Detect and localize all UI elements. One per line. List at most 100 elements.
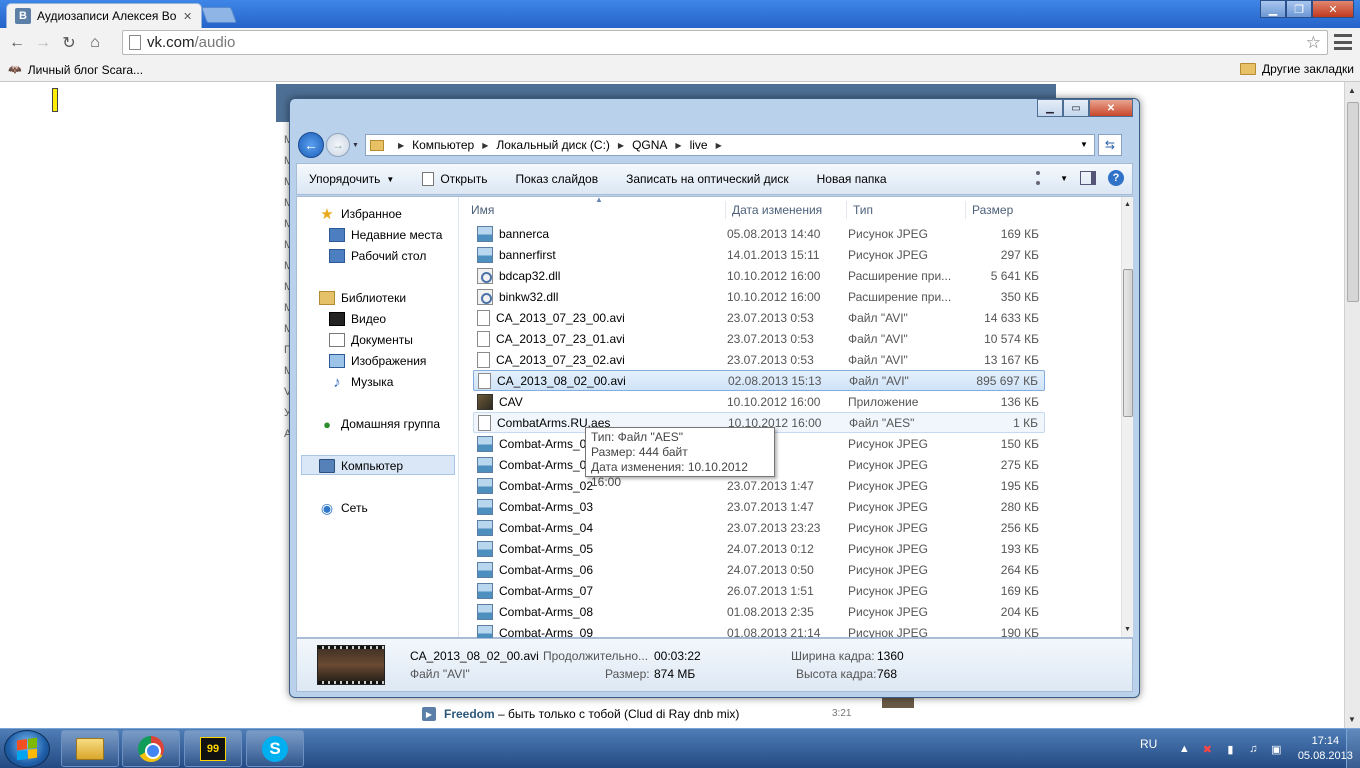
file-row[interactable]: Combat-Arms_06 24.07.2013 0:50 Рисунок JPE… xyxy=(473,559,1045,580)
file-row[interactable]: CAV 10.10.2012 16:00 Приложение 136 КБ xyxy=(473,391,1045,412)
file-row[interactable]: Combat-Arms_05 24.07.2013 0:12 Рисунок JPE… xyxy=(473,538,1045,559)
system-tray: RU ▲ ✖ ▮ ♫ ▣ 17:14 05.08.2013 xyxy=(1140,729,1358,768)
signal-icon[interactable]: ▮ xyxy=(1223,742,1237,756)
show-desktop-button[interactable] xyxy=(1346,729,1360,768)
explorer-minimize-button[interactable]: ▁ xyxy=(1037,99,1063,117)
file-row[interactable]: CA_2013_07_23_02.avi 23.07.2013 0:53 Файл … xyxy=(473,349,1045,370)
jpeg-file-icon xyxy=(477,435,493,452)
details-size-label: Размер: xyxy=(605,667,650,681)
help-icon[interactable]: ? xyxy=(1108,170,1124,186)
play-icon[interactable]: ▶ xyxy=(422,707,436,721)
nav-music[interactable]: ♪ Музыка xyxy=(329,374,393,391)
nav-computer[interactable]: Компьютер xyxy=(319,459,403,473)
breadcrumb[interactable]: ▶ Компьютер ▶ Локальный диск (C:) ▶ QGNA ▶ l… xyxy=(364,134,1095,156)
address-dropdown-icon[interactable]: ▼ xyxy=(1080,140,1088,149)
nav-favorites[interactable]: ★ Избранное xyxy=(319,206,402,223)
home-icon[interactable]: ⌂ xyxy=(82,30,108,56)
audio-track[interactable]: ▶ Freedom – быть только с тобой (Clud di… xyxy=(422,700,862,728)
views-dropdown-icon[interactable]: ▼ xyxy=(1060,174,1068,183)
browser-tab-active[interactable]: B Аудиозаписи Алексея Во ✕ xyxy=(6,3,202,28)
column-size[interactable]: Размер xyxy=(965,201,1043,219)
views-icon[interactable] xyxy=(1036,171,1056,185)
nav-network[interactable]: ◉ Сеть xyxy=(319,499,368,516)
page-scrollbar[interactable]: ▲ ▼ xyxy=(1344,82,1360,728)
forward-arrow-icon[interactable]: → xyxy=(30,30,56,56)
file-date: 05.08.2013 14:40 xyxy=(727,226,821,241)
maximize-button[interactable]: ❐ xyxy=(1286,0,1312,18)
file-row[interactable]: Combat-Arms_08 01.08.2013 2:35 Рисунок JPE… xyxy=(473,601,1045,622)
volume-icon[interactable]: ♫ xyxy=(1246,742,1260,756)
nav-homegroup[interactable]: ● Домашняя группа xyxy=(319,417,440,432)
address-bar[interactable]: vk.com/audio ☆ xyxy=(122,30,1328,55)
column-type[interactable]: Тип xyxy=(846,201,965,219)
keyboard-icon[interactable]: ▣ xyxy=(1269,742,1283,756)
preview-pane-icon[interactable] xyxy=(1080,171,1096,185)
chrome-menu-icon[interactable] xyxy=(1334,34,1352,50)
refresh-icon[interactable]: ⇆ xyxy=(1097,134,1122,156)
minimize-button[interactable]: ▁ xyxy=(1260,0,1286,18)
breadcrumb-qgna[interactable]: QGNA xyxy=(632,138,667,152)
scroll-up-icon[interactable]: ▲ xyxy=(1348,86,1356,95)
open-button[interactable]: Открыть xyxy=(408,172,501,186)
back-arrow-icon[interactable]: ← xyxy=(4,30,30,56)
file-row[interactable]: bannerca 05.08.2013 14:40 Рисунок JPEG 169 … xyxy=(473,223,1045,244)
file-type: Рисунок JPEG xyxy=(848,478,928,493)
new-tab-button[interactable] xyxy=(201,7,237,23)
explorer-forward-button[interactable]: → xyxy=(326,133,350,157)
explorer-back-button[interactable]: ← xyxy=(298,132,324,158)
breadcrumb-disk-c[interactable]: Локальный диск (C:) xyxy=(496,138,610,152)
file-type: Рисунок JPEG xyxy=(848,583,928,598)
explorer-maximize-button[interactable]: ▭ xyxy=(1063,99,1089,117)
file-list-scrollbar[interactable]: ▲ ▼ xyxy=(1121,197,1133,637)
nav-recent[interactable]: Недавние места xyxy=(329,228,442,242)
scroll-thumb[interactable] xyxy=(1123,269,1133,417)
file-row[interactable]: Combat-Arms_07 26.07.2013 1:51 Рисунок JPE… xyxy=(473,580,1045,601)
scroll-down-icon[interactable]: ▼ xyxy=(1348,715,1356,724)
file-name: binkw32.dll xyxy=(499,289,559,304)
reload-icon[interactable]: ↻ xyxy=(56,30,82,56)
nav-desktop[interactable]: Рабочий стол xyxy=(329,249,426,263)
taskbar-chrome[interactable] xyxy=(122,730,180,767)
organize-button[interactable]: Упорядочить ▼ xyxy=(297,172,408,186)
explorer-close-button[interactable]: ✕ xyxy=(1089,99,1133,117)
nav-documents[interactable]: Документы xyxy=(329,333,413,347)
file-row[interactable]: CA_2013_07_23_01.avi 23.07.2013 0:53 Файл … xyxy=(473,328,1045,349)
network-status-icon[interactable]: ✖ xyxy=(1200,742,1214,756)
bookmark-item[interactable]: 🦇 Личный блог Scara... xyxy=(8,63,143,77)
nav-images[interactable]: Изображения xyxy=(329,354,426,368)
file-row[interactable]: Combat-Arms_04 23.07.2013 23:23 Рисунок JP… xyxy=(473,517,1045,538)
explorer-titlebar[interactable]: ▁ ▭ ✕ xyxy=(290,99,1139,129)
close-button[interactable]: ✕ xyxy=(1312,0,1354,18)
scroll-down-icon[interactable]: ▼ xyxy=(1124,626,1131,633)
file-row[interactable]: CA_2013_07_23_00.avi 23.07.2013 0:53 Файл … xyxy=(473,307,1045,328)
start-button[interactable] xyxy=(4,730,50,768)
file-row[interactable]: CA_2013_08_02_00.avi 02.08.2013 15:13 Файл… xyxy=(473,370,1045,391)
nav-video[interactable]: Видео xyxy=(329,312,386,326)
file-row[interactable]: bdcap32.dll 10.10.2012 16:00 Расширение пр… xyxy=(473,265,1045,286)
burn-button[interactable]: Записать на оптический диск xyxy=(612,172,803,186)
taskbar-app99[interactable]: 99 xyxy=(184,730,242,767)
scroll-up-icon[interactable]: ▲ xyxy=(1124,201,1131,208)
tray-arrow-icon[interactable]: ▲ xyxy=(1177,742,1191,756)
file-row[interactable]: Combat-Arms_03 23.07.2013 1:47 Рисунок JPE… xyxy=(473,496,1045,517)
other-bookmarks[interactable]: Другие закладки xyxy=(1240,62,1354,76)
breadcrumb-live[interactable]: live xyxy=(690,138,708,152)
tab-close-icon[interactable]: ✕ xyxy=(183,10,192,23)
language-indicator[interactable]: RU xyxy=(1140,737,1157,751)
history-dropdown-icon[interactable]: ▼ xyxy=(352,142,359,149)
file-row[interactable]: bannerfirst 14.01.2013 15:11 Рисунок JPEG 2… xyxy=(473,244,1045,265)
new-folder-button[interactable]: Новая папка xyxy=(803,172,901,186)
taskbar-explorer[interactable] xyxy=(61,730,119,767)
file-row[interactable]: binkw32.dll 10.10.2012 16:00 Расширение пр… xyxy=(473,286,1045,307)
network-icon: ◉ xyxy=(320,499,334,516)
breadcrumb-computer[interactable]: Компьютер xyxy=(412,138,474,152)
bookmark-star-icon[interactable]: ☆ xyxy=(1306,33,1321,53)
scroll-thumb[interactable] xyxy=(1347,102,1359,302)
file-name: Combat-Arms_05 xyxy=(499,541,594,556)
column-date[interactable]: Дата изменения xyxy=(725,201,846,219)
taskbar-skype[interactable]: S xyxy=(246,730,304,767)
slideshow-button[interactable]: Показ слайдов xyxy=(501,172,612,186)
jpeg-file-icon xyxy=(477,246,493,263)
column-name[interactable]: Имя xyxy=(465,201,725,219)
nav-libraries[interactable]: Библиотеки xyxy=(319,291,406,305)
